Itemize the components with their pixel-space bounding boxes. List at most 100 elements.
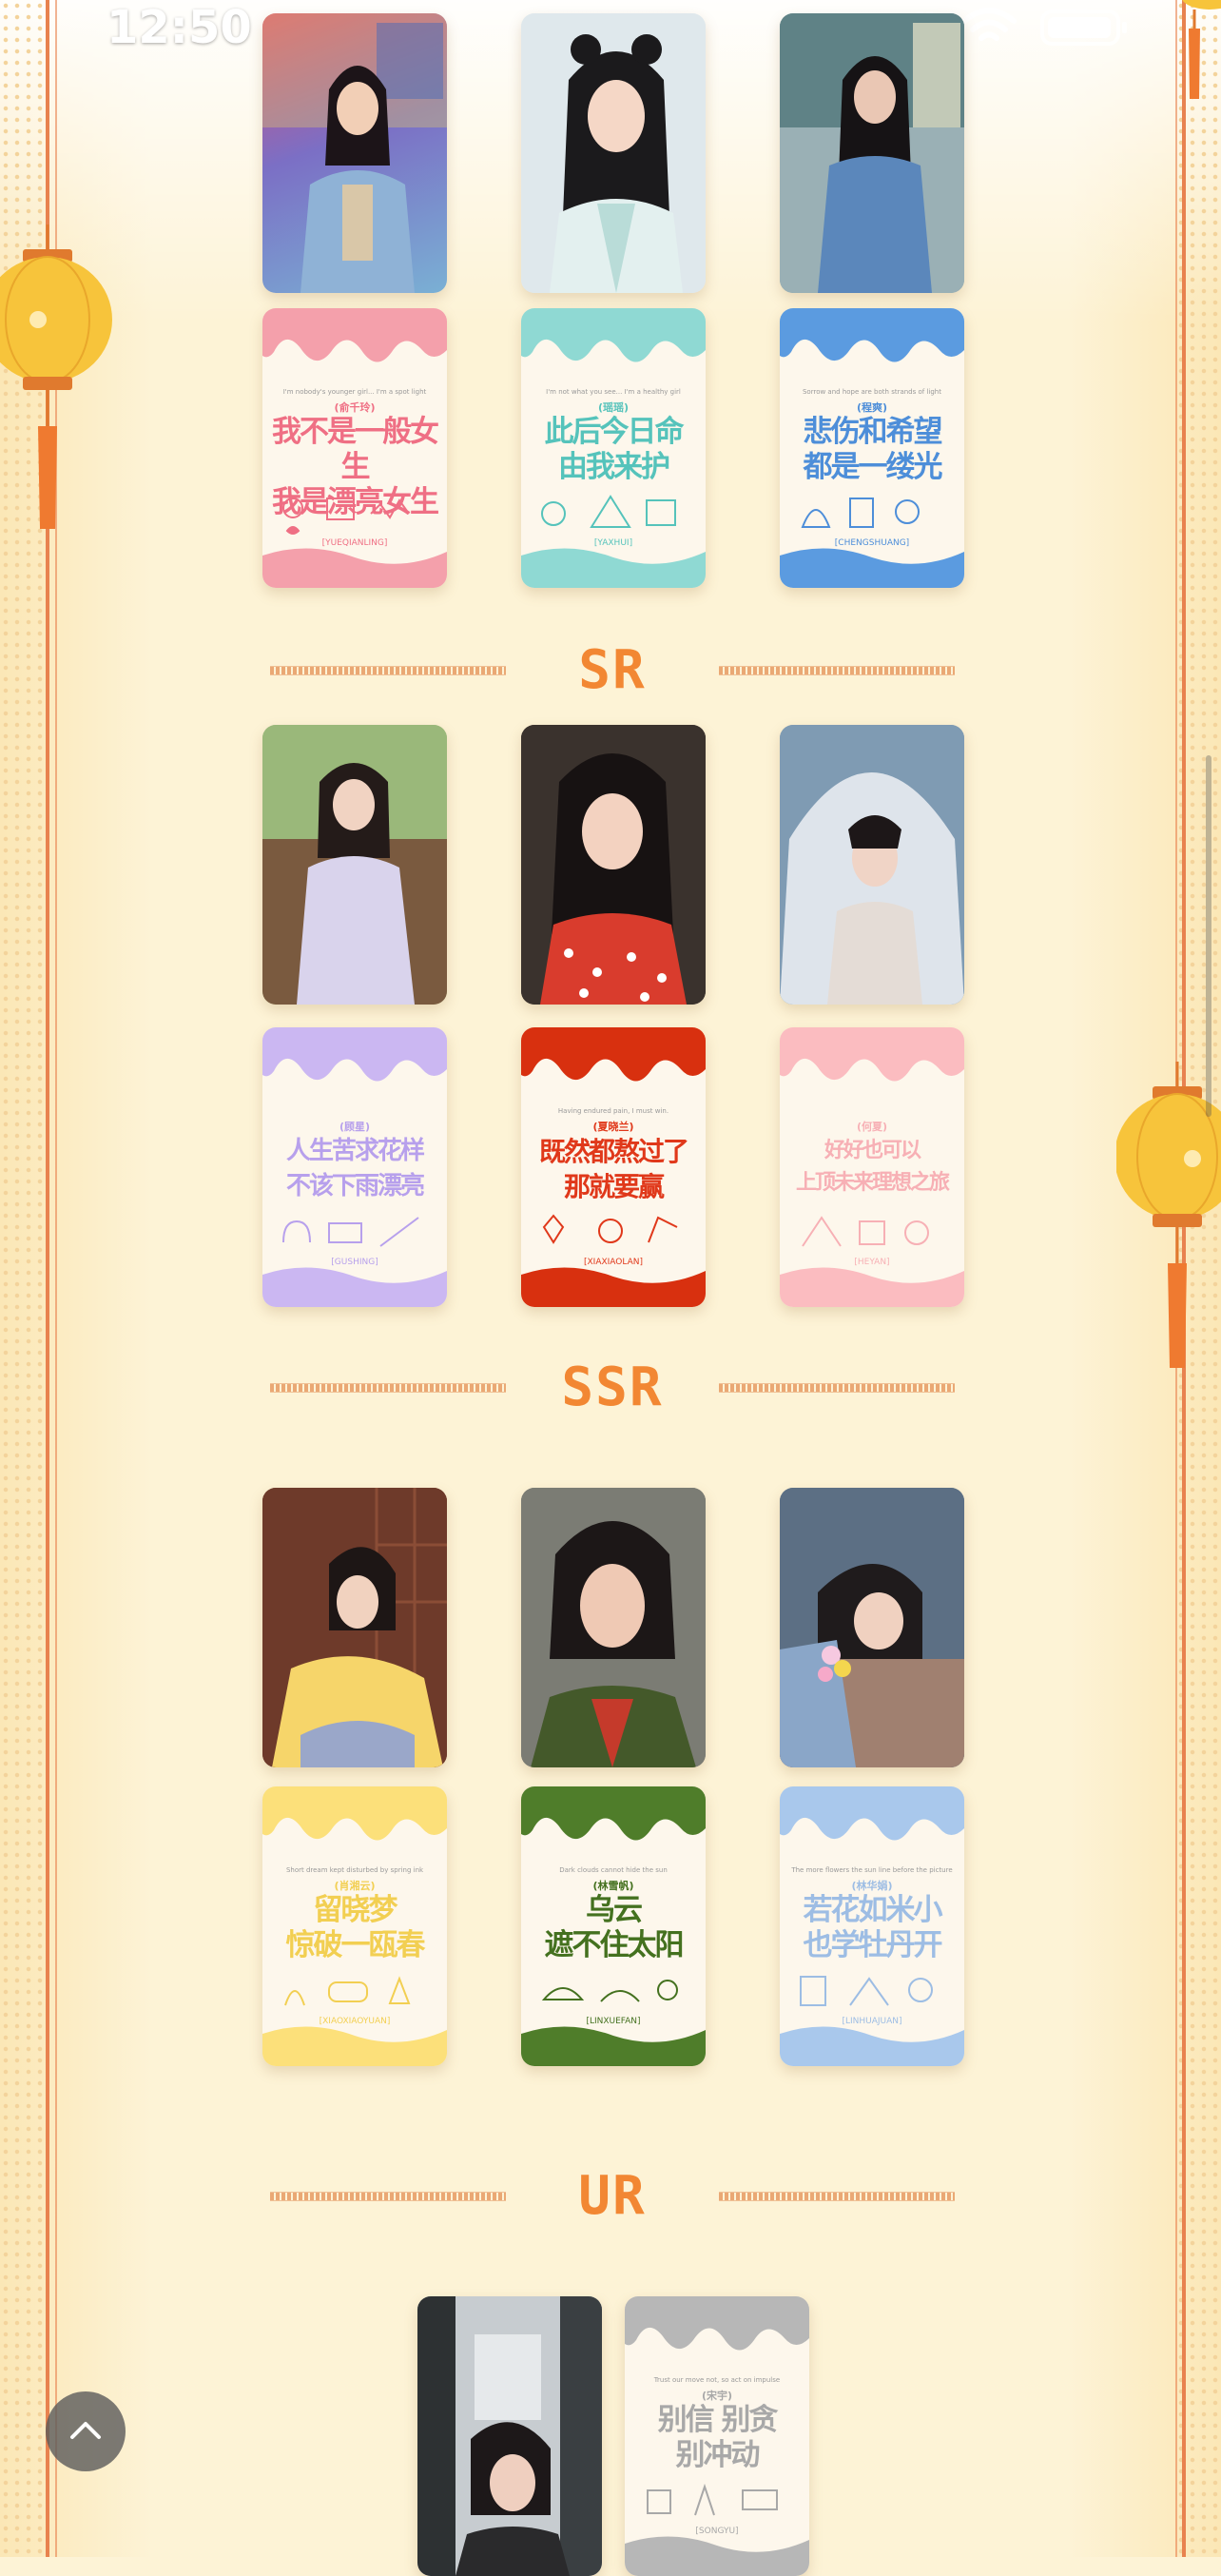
quote-line-1: 别信 别贪 <box>657 2403 779 2437</box>
drip-decoration <box>521 1027 706 1082</box>
english-caption: Trust our move not, so act on impulse <box>653 2376 781 2384</box>
quote-line-2: 都是一缕光 <box>803 450 943 484</box>
doodle-decoration <box>284 1976 411 2006</box>
photo-card[interactable] <box>262 1488 447 1767</box>
quote-line-2: 由我来护 <box>558 450 670 484</box>
quote-text: 好好也可以上顶未来理想之旅 <box>787 1134 957 1199</box>
photo-card[interactable] <box>521 725 706 1005</box>
quote-card[interactable]: Dark clouds cannot hide the sun (林雪帆) 乌云… <box>521 1786 706 2066</box>
section-divider <box>719 666 955 675</box>
doodle-decoration <box>541 495 676 528</box>
drip-decoration <box>262 308 447 362</box>
quote-card[interactable]: (顾星) 人生苦求花样 不该下雨漂亮 [GUSHING] <box>262 1027 447 1307</box>
quote-line-1: 悲伤和希望 <box>803 415 943 449</box>
doodle-decoration <box>282 498 410 535</box>
chevron-up-icon <box>70 2422 101 2439</box>
quote-text: 此后今日命 由我来护 <box>529 415 698 485</box>
portrait-photo <box>521 725 706 1005</box>
quote-text: 既然都熬过了 那就要赢 <box>529 1134 698 1204</box>
status-time: 12:50 <box>107 1 252 54</box>
photo-card[interactable] <box>780 1488 964 1767</box>
quote-card[interactable]: The more flowers the sun line before the… <box>780 1786 964 2066</box>
scrollbar[interactable] <box>1206 755 1211 1117</box>
lantern-icon <box>1172 0 1221 108</box>
section-title: UR <box>578 2165 647 2227</box>
wave-decoration <box>521 1267 706 1307</box>
portrait-photo <box>262 725 447 1005</box>
quote-line-1: 留晓梦 <box>313 1893 398 1927</box>
character-name: (夏晓兰) <box>592 1121 634 1133</box>
quote-line-1: 若花如米小 <box>803 1893 943 1927</box>
lantern-icon <box>0 224 114 542</box>
doodle-decoration <box>800 1976 933 2006</box>
portrait-photo <box>417 2296 602 2576</box>
english-caption: Having endured pain, I must win. <box>557 1107 669 1115</box>
drip-decoration <box>262 1027 447 1082</box>
quote-line-2: 不该下雨漂亮 <box>285 1172 425 1200</box>
photo-card[interactable] <box>262 13 447 293</box>
quote-text: 悲伤和希望 都是一缕光 <box>787 415 957 485</box>
photo-card[interactable] <box>417 2296 602 2576</box>
doodle-decoration <box>282 1217 419 1247</box>
quote-card[interactable]: Sorrow and hope are both strands of ligh… <box>780 308 964 588</box>
character-name: (宋宇) <box>701 2390 733 2402</box>
character-name: (程爽) <box>856 401 888 414</box>
quote-text: 乌云 遮不住太阳 <box>529 1893 698 1963</box>
character-name: (顾星) <box>339 1121 371 1133</box>
quote-line-2: 那就要赢 <box>563 1171 665 1202</box>
doodle-decoration <box>647 2483 778 2516</box>
quote-card[interactable]: I'm not what you see... I'm a healthy gi… <box>521 308 706 588</box>
wifi-icon <box>960 6 1018 51</box>
photo-card[interactable] <box>521 13 706 293</box>
photo-card[interactable] <box>262 725 447 1005</box>
quote-line-1: 我不是一般女生 <box>272 415 439 484</box>
doodle-decoration <box>802 1216 929 1247</box>
wave-decoration <box>780 548 964 588</box>
portrait-photo <box>780 13 964 293</box>
wave-decoration <box>780 1267 964 1307</box>
quote-line-2: 也学牡丹开 <box>803 1928 943 1962</box>
drip-decoration <box>262 1786 447 1841</box>
quote-line-1: 人生苦求花样 <box>285 1137 425 1165</box>
quote-line-2: 别冲动 <box>675 2438 761 2472</box>
photo-card[interactable] <box>780 725 964 1005</box>
english-caption: The more flowers the sun line before the… <box>791 1866 953 1874</box>
quote-text: 留晓梦 惊破一瓯春 <box>270 1893 439 1963</box>
quote-line-1: 此后今日命 <box>544 415 685 449</box>
quote-line-2: 上顶未来理想之旅 <box>795 1170 950 1195</box>
photo-card[interactable] <box>521 1488 706 1767</box>
character-name: (肖湘云) <box>334 1880 376 1892</box>
wave-decoration <box>262 548 447 588</box>
portrait-photo <box>521 13 706 293</box>
doodle-decoration <box>541 1980 678 2002</box>
doodle-decoration <box>801 498 920 528</box>
section-divider <box>270 1383 506 1393</box>
section-header-sr: SR <box>270 639 955 701</box>
portrait-photo <box>780 725 964 1005</box>
back-to-top-button[interactable] <box>46 2391 126 2471</box>
quote-card[interactable]: Having endured pain, I must win. (夏晓兰) 既… <box>521 1027 706 1307</box>
wave-decoration <box>625 2536 809 2576</box>
quote-text: 别信 别贪 别冲动 <box>632 2403 802 2473</box>
quote-text: 若花如米小 也学牡丹开 <box>787 1893 957 1963</box>
english-caption: Dark clouds cannot hide the sun <box>559 1866 668 1874</box>
drip-decoration <box>780 1786 964 1841</box>
quote-card[interactable]: (何夏) 好好也可以 上顶未来理想之旅 [HEYAN] <box>780 1027 964 1307</box>
section-header-ssr: SSR <box>270 1361 955 1415</box>
wave-decoration <box>780 2026 964 2066</box>
portrait-photo <box>262 13 447 293</box>
drip-decoration <box>625 2296 809 2351</box>
quote-card[interactable]: Trust our move not, so act on impulse (宋… <box>625 2296 809 2576</box>
quote-line-1: 乌云 <box>586 1893 643 1927</box>
quote-line-2: 遮不住太阳 <box>544 1928 685 1962</box>
quote-card[interactable]: Short dream kept disturbed by spring ink… <box>262 1786 447 2066</box>
english-caption: Short dream kept disturbed by spring ink <box>285 1866 424 1874</box>
wave-decoration <box>521 548 706 588</box>
section-title: SR <box>578 639 647 701</box>
battery-icon <box>1040 10 1130 51</box>
english-caption: Sorrow and hope are both strands of ligh… <box>802 388 941 396</box>
quote-line-1: 好好也可以 <box>824 1138 921 1162</box>
photo-card[interactable] <box>780 13 964 293</box>
quote-card[interactable]: I'm nobody's younger girl... I'm a spot … <box>262 308 447 588</box>
quote-line-2: 惊破一瓯春 <box>285 1928 426 1962</box>
